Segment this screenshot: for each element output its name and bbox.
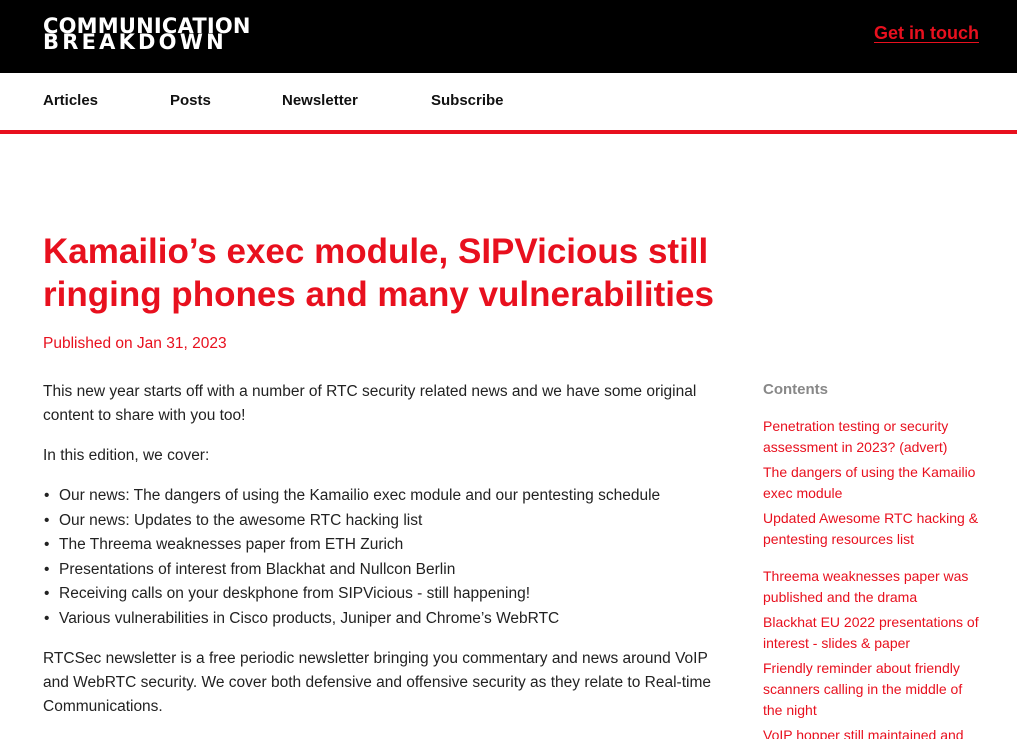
nav-item-subscribe[interactable]: Subscribe <box>431 92 504 109</box>
toc-item-advert[interactable]: Penetration testing or security assessme… <box>763 416 983 458</box>
nav-divider <box>0 130 1017 134</box>
toc-title: Contents <box>763 381 828 398</box>
list-item: Receiving calls on your deskphone from S… <box>43 582 733 607</box>
list-item: Various vulnerabilities in Cisco product… <box>43 607 733 632</box>
intro-paragraph: This new year starts off with a number o… <box>43 383 697 424</box>
site-logo[interactable]: Communication Breakdown <box>43 16 269 53</box>
toc-item-blackhat[interactable]: Blackhat EU 2022 presentations of intere… <box>763 612 983 654</box>
article-title: Kamailio’s exec module, SIPVicious still… <box>43 232 714 314</box>
main-nav: Articles Posts Newsletter Subscribe <box>0 73 1017 130</box>
published-date: Published on Jan 31, 2023 <box>43 335 227 352</box>
topics-list: Our news: The dangers of using the Kamai… <box>43 484 733 631</box>
toc-item-friendly-scanners[interactable]: Friendly reminder about friendly scanner… <box>763 658 983 721</box>
toc-item-voip-hopper[interactable]: VoIP hopper still maintained and <box>763 725 983 739</box>
top-header: Communication Breakdown Get in touch <box>0 0 1017 73</box>
table-of-contents: Contents Penetration testing or security… <box>763 380 983 739</box>
get-in-touch-link[interactable]: Get in touch <box>874 23 979 44</box>
toc-item-kamailio[interactable]: The dangers of using the Kamailio exec m… <box>763 462 983 504</box>
nav-item-posts[interactable]: Posts <box>170 92 211 109</box>
list-item: Our news: Updates to the awesome RTC hac… <box>43 509 733 534</box>
toc-item-threema[interactable]: Threema weaknesses paper was published a… <box>763 566 983 608</box>
cover-lead: In this edition, we cover: <box>43 447 210 464</box>
nav-item-articles[interactable]: Articles <box>43 92 98 109</box>
outro-paragraph: RTCSec newsletter is a free periodic new… <box>43 650 711 715</box>
list-item: Our news: The dangers of using the Kamai… <box>43 484 733 509</box>
article-body: This new year starts off with a number o… <box>43 380 733 735</box>
list-item: The Threema weaknesses paper from ETH Zu… <box>43 533 733 558</box>
toc-item-awesome-list[interactable]: Updated Awesome RTC hacking & pentesting… <box>763 508 983 550</box>
nav-item-newsletter[interactable]: Newsletter <box>282 92 358 109</box>
list-item: Presentations of interest from Blackhat … <box>43 558 733 583</box>
